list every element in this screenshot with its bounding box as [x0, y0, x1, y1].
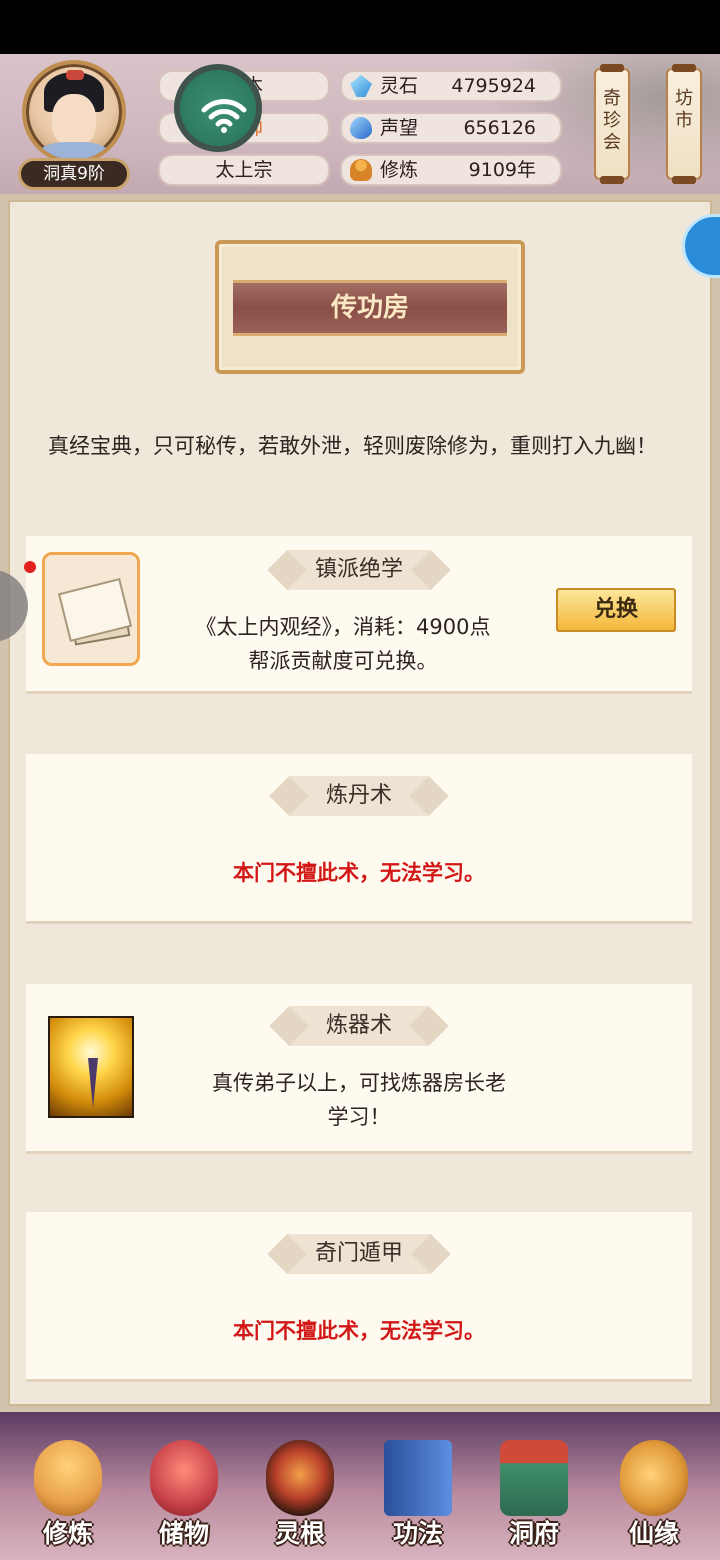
card-description: 本门不擅此术，无法学习。	[233, 861, 485, 885]
avatar[interactable]	[22, 60, 126, 164]
page-title-plaque: 传功房	[215, 240, 525, 374]
cultivation-icon	[350, 159, 372, 181]
cave-residence-icon	[500, 1440, 568, 1516]
spirit-root-icon	[266, 1440, 334, 1516]
player-header: 洞真9阶 一本 元帅 太上宗 灵石 4795924 声望 656126 修炼 9…	[0, 54, 720, 194]
page-title: 传功房	[330, 293, 409, 323]
exchange-button[interactable]: 兑换	[556, 588, 676, 632]
skill-card-sect-art: 镇派绝学 《太上内观经》，消耗：4900点 帮派贡献度可兑换。 兑换	[26, 536, 692, 694]
resource-prestige[interactable]: 声望 656126	[340, 112, 562, 144]
rank-badge: 洞真9阶	[18, 158, 130, 190]
intro-text: 真经宝典，只可秘传，若敢外泄，轻则废除修为，重则打入九幽！	[48, 434, 657, 458]
resource-spirit-stone[interactable]: 灵石 4795924	[340, 70, 562, 102]
card-title: 炼丹术	[289, 776, 429, 816]
cultivate-icon	[34, 1440, 102, 1516]
floating-wifi-button[interactable]	[174, 64, 262, 152]
card-title: 奇门遁甲	[286, 1234, 431, 1274]
card-title: 炼器术	[289, 1006, 429, 1046]
card-description: 真传弟子以上，可找炼器房长老 学习！	[212, 1071, 506, 1129]
nav-cultivate[interactable]: 修炼	[18, 1436, 118, 1556]
nav-immortal-fate[interactable]: 仙缘	[604, 1436, 704, 1556]
resource-cultivation[interactable]: 修炼 9109年	[340, 154, 562, 186]
skill-card-alchemy: 炼丹术 本门不擅此术，无法学习。	[26, 754, 692, 924]
status-bar	[0, 0, 720, 54]
storage-bag-icon	[150, 1440, 218, 1516]
bottom-nav: 修炼 储物 灵根 功法 洞府 仙缘	[0, 1412, 720, 1560]
immortal-fate-icon	[620, 1440, 688, 1516]
technique-book-icon	[384, 1440, 452, 1516]
market-button[interactable]: 坊市	[666, 64, 702, 184]
card-title: 镇派绝学	[286, 550, 431, 590]
notification-dot	[24, 561, 36, 573]
spirit-stone-icon	[350, 75, 372, 97]
wifi-icon	[201, 99, 247, 133]
skill-card-forging: 炼器术 真传弟子以上，可找炼器房长老 学习！	[26, 984, 692, 1154]
treasure-fair-button[interactable]: 奇珍会	[594, 64, 630, 184]
skill-card-qimen: 奇门遁甲 本门不擅此术，无法学习。	[26, 1212, 692, 1382]
card-description: 本门不擅此术，无法学习。	[233, 1319, 485, 1343]
sect-name: 太上宗	[158, 154, 330, 186]
nav-technique[interactable]: 功法	[368, 1436, 468, 1556]
nav-storage[interactable]: 储物	[134, 1436, 234, 1556]
prestige-icon	[350, 117, 372, 139]
nav-cave[interactable]: 洞府	[484, 1436, 584, 1556]
nav-spirit-root[interactable]: 灵根	[250, 1436, 350, 1556]
